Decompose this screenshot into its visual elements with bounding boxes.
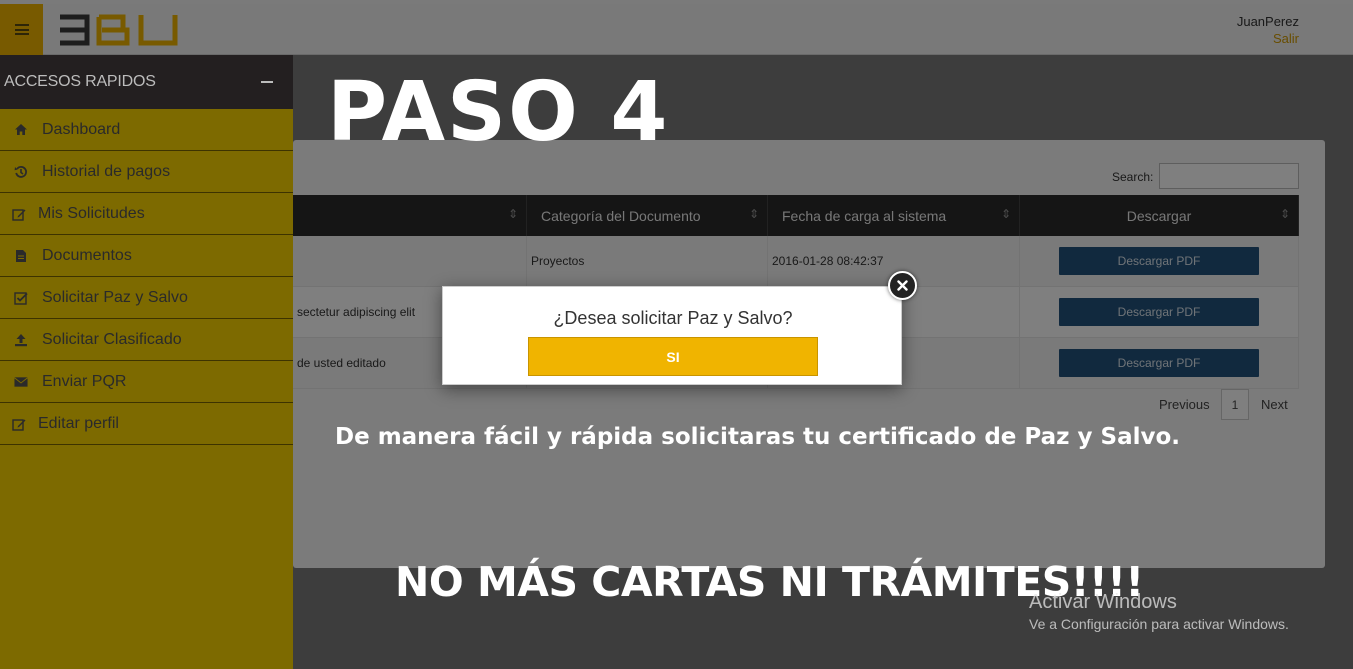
sidebar-item-label: Historial de pagos (42, 162, 171, 180)
sidebar-item-profile[interactable]: Editar perfil (0, 403, 293, 445)
check-square-icon (14, 291, 28, 305)
sidebar-item-documents[interactable]: Documentos (0, 235, 293, 277)
sidebar-item-label: Enviar PQR (42, 372, 127, 390)
dialog-question: ¿Desea solicitar Paz y Salvo? (553, 308, 793, 328)
confirm-dialog: ¿Desea solicitar Paz y Salvo? SI (442, 286, 902, 385)
confirm-yes-button[interactable]: SI (528, 337, 818, 376)
document-icon (14, 249, 28, 263)
sidebar-item-label: Editar perfil (38, 414, 119, 432)
sidebar-item-label: Documentos (42, 246, 132, 264)
sidebar-title: ACCESOS RAPIDOS (4, 73, 156, 90)
envelope-icon (14, 375, 28, 389)
step-caption: De manera fácil y rápida solicitaras tu … (335, 424, 1181, 450)
collapse-icon[interactable] (261, 81, 273, 83)
edit-icon (12, 207, 26, 221)
activation-watermark-subtitle: Ve a Configuración para activar Windows. (1029, 616, 1289, 632)
sidebar-item-label: Solicitar Paz y Salvo (42, 288, 188, 306)
sidebar-item-requests[interactable]: Mis Solicitudes (0, 193, 293, 235)
sidebar-item-classified[interactable]: Solicitar Clasificado (0, 319, 293, 361)
step-title: PASO 4 (327, 65, 670, 160)
history-icon (14, 165, 28, 179)
sidebar-item-label: Mis Solicitudes (38, 204, 145, 222)
sidebar-item-history[interactable]: Historial de pagos (0, 151, 293, 193)
sidebar-item-pqr[interactable]: Enviar PQR (0, 361, 293, 403)
sidebar-item-label: Dashboard (42, 120, 121, 138)
edit-icon (12, 417, 26, 431)
home-icon (14, 123, 28, 137)
sidebar-item-dashboard[interactable]: Dashboard (0, 109, 293, 151)
activation-watermark-title: Activar Windows (1029, 591, 1177, 613)
sidebar-item-label: Solicitar Clasificado (42, 330, 182, 348)
sidebar-item-paz-y-salvo[interactable]: Solicitar Paz y Salvo (0, 277, 293, 319)
sidebar-header: ACCESOS RAPIDOS (0, 55, 293, 109)
close-icon[interactable] (888, 271, 917, 300)
sidebar: ACCESOS RAPIDOS Dashboard Historial de p… (0, 55, 293, 669)
upload-icon (14, 333, 28, 347)
